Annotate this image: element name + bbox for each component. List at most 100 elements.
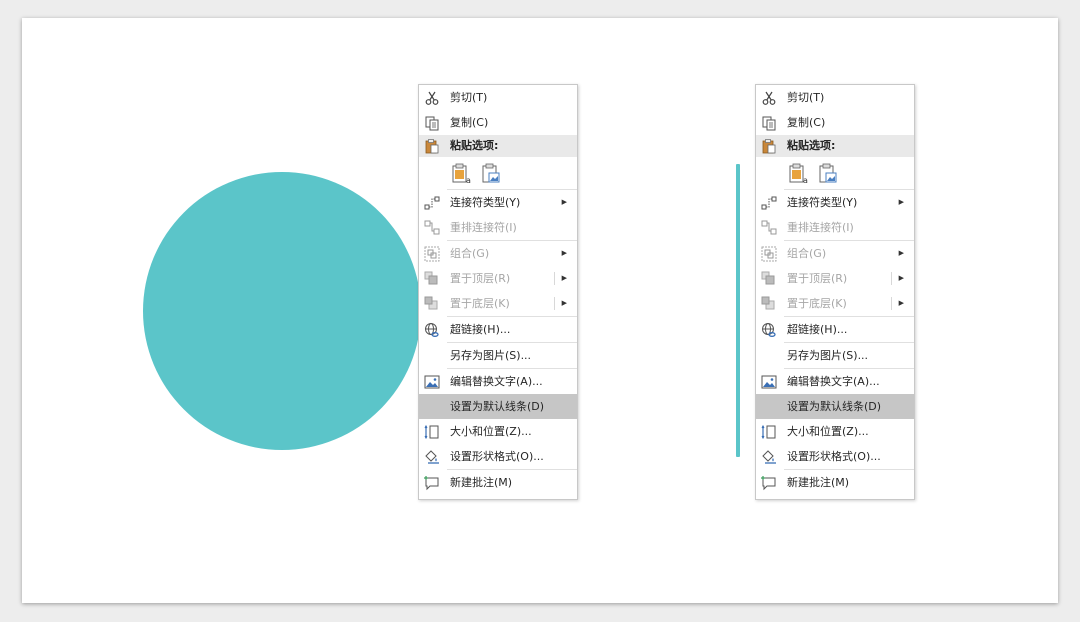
submenu-arrow-icon: ▶ — [561, 249, 567, 257]
send-back-icon — [424, 296, 438, 310]
menu-item-edit-alt-text[interactable]: 编辑替换文字(A)... — [756, 369, 914, 394]
picture-icon — [424, 375, 440, 389]
menu-item-label: 重排连接符(I) — [450, 221, 517, 234]
svg-text:a: a — [803, 176, 808, 185]
menu-item-label: 超链接(H)... — [450, 323, 511, 336]
paste-options-row: a — [756, 157, 914, 189]
menu-item-new-comment[interactable]: 新建批注(M) — [756, 470, 914, 495]
menu-item-group[interactable]: 组合(G) ▶ — [419, 241, 577, 266]
menu-item-copy[interactable]: 复制(C) — [419, 110, 577, 135]
menu-item-size-position[interactable]: 大小和位置(Z)... — [419, 419, 577, 444]
menu-item-format-shape[interactable]: 设置形状格式(O)... — [419, 444, 577, 469]
menu-item-label: 连接符类型(Y) — [787, 196, 858, 209]
menu-item-size-position[interactable]: 大小和位置(Z)... — [756, 419, 914, 444]
submenu-arrow-icon: ▶ — [561, 299, 567, 307]
paint-bucket-icon — [425, 450, 439, 464]
paste-keep-text-icon[interactable]: a — [788, 163, 808, 185]
menu-item-label: 重排连接符(I) — [787, 221, 854, 234]
menu-item-label: 编辑替换文字(A)... — [450, 375, 543, 388]
paste-options-header: 粘贴选项: — [756, 135, 914, 157]
menu-item-label: 另存为图片(S)... — [450, 349, 532, 362]
menu-item-label: 大小和位置(Z)... — [787, 425, 869, 438]
group-icon — [761, 246, 777, 262]
menu-item-reroute[interactable]: 重排连接符(I) — [756, 215, 914, 240]
menu-item-label: 大小和位置(Z)... — [450, 425, 532, 438]
menu-item-label: 置于底层(K) — [787, 297, 847, 310]
line-shape[interactable] — [736, 164, 740, 457]
connector-icon — [761, 196, 777, 210]
scissors-icon — [425, 91, 439, 105]
circle-shape[interactable] — [143, 172, 421, 450]
menu-item-label: 连接符类型(Y) — [450, 196, 521, 209]
bring-front-icon — [761, 271, 775, 285]
submenu-arrow-icon: ▶ — [898, 249, 904, 257]
submenu-arrow-icon: ▶ — [561, 274, 567, 282]
menu-item-label: 设置形状格式(O)... — [787, 450, 881, 463]
paste-keep-text-icon[interactable]: a — [451, 163, 471, 185]
group-icon — [424, 246, 440, 262]
menu-item-label: 置于顶层(R) — [450, 272, 511, 285]
size-position-icon — [761, 424, 776, 440]
submenu-arrow-icon: ▶ — [898, 299, 904, 307]
menu-item-label: 复制(C) — [787, 116, 826, 129]
menu-item-label: 编辑替换文字(A)... — [787, 375, 880, 388]
reroute-icon — [424, 220, 440, 235]
menu-item-connector-type[interactable]: 连接符类型(Y) ▶ — [756, 190, 914, 215]
submenu-arrow-icon: ▶ — [898, 198, 904, 206]
copy-icon — [425, 116, 439, 131]
menu-item-label: 置于顶层(R) — [787, 272, 848, 285]
menu-item-connector-type[interactable]: 连接符类型(Y) ▶ — [419, 190, 577, 215]
menu-item-save-as-picture[interactable]: 另存为图片(S)... — [419, 343, 577, 368]
menu-item-label: 设置形状格式(O)... — [450, 450, 544, 463]
menu-item-reroute[interactable]: 重排连接符(I) — [419, 215, 577, 240]
menu-item-send-back[interactable]: 置于底层(K) ▶ — [419, 291, 577, 316]
send-back-icon — [761, 296, 775, 310]
clipboard-icon — [425, 139, 439, 154]
menu-item-bring-front[interactable]: 置于顶层(R) ▶ — [756, 266, 914, 291]
menu-item-set-default-line[interactable]: 设置为默认线条(D) — [419, 394, 577, 419]
paste-options-header: 粘贴选项: — [419, 135, 577, 157]
paste-options-label: 粘贴选项: — [450, 139, 499, 152]
menu-item-label: 组合(G) — [787, 247, 827, 260]
menu-item-bring-front[interactable]: 置于顶层(R) ▶ — [419, 266, 577, 291]
menu-item-label: 另存为图片(S)... — [787, 349, 869, 362]
globe-link-icon — [425, 323, 439, 337]
scissors-icon — [762, 91, 776, 105]
paste-picture-icon[interactable] — [818, 163, 838, 185]
connector-icon — [424, 196, 440, 210]
menu-item-set-default-line[interactable]: 设置为默认线条(D) — [756, 394, 914, 419]
globe-link-icon — [762, 323, 776, 337]
menu-item-group[interactable]: 组合(G) ▶ — [756, 241, 914, 266]
menu-item-new-comment[interactable]: 新建批注(M) — [419, 470, 577, 495]
bring-front-icon — [424, 271, 438, 285]
clipboard-icon — [762, 139, 776, 154]
menu-item-send-back[interactable]: 置于底层(K) ▶ — [756, 291, 914, 316]
menu-item-save-as-picture[interactable]: 另存为图片(S)... — [756, 343, 914, 368]
menu-item-label: 新建批注(M) — [450, 476, 513, 489]
menu-item-cut[interactable]: 剪切(T) — [419, 85, 577, 110]
paste-picture-icon[interactable] — [481, 163, 501, 185]
menu-item-edit-alt-text[interactable]: 编辑替换文字(A)... — [419, 369, 577, 394]
paste-options-row: a — [419, 157, 577, 189]
context-menu-right: 剪切(T) 复制(C) 粘贴选项: a 连接符类型(Y) ▶ 重排连接符(I) … — [755, 84, 915, 500]
comment-icon — [761, 476, 776, 491]
menu-item-hyperlink[interactable]: 超链接(H)... — [756, 317, 914, 342]
menu-item-label: 剪切(T) — [787, 91, 825, 104]
paint-bucket-icon — [762, 450, 776, 464]
picture-icon — [761, 375, 777, 389]
menu-item-label: 超链接(H)... — [787, 323, 848, 336]
menu-item-format-shape[interactable]: 设置形状格式(O)... — [756, 444, 914, 469]
context-menu-left: 剪切(T) 复制(C) 粘贴选项: a 连接符类型(Y) ▶ 重排连接符(I) … — [418, 84, 578, 500]
copy-icon — [762, 116, 776, 131]
menu-item-cut[interactable]: 剪切(T) — [756, 85, 914, 110]
menu-item-label: 组合(G) — [450, 247, 490, 260]
menu-item-copy[interactable]: 复制(C) — [756, 110, 914, 135]
submenu-arrow-icon: ▶ — [561, 198, 567, 206]
comment-icon — [424, 476, 439, 491]
menu-item-label: 剪切(T) — [450, 91, 488, 104]
menu-item-label: 复制(C) — [450, 116, 489, 129]
svg-text:a: a — [466, 176, 471, 185]
size-position-icon — [424, 424, 439, 440]
menu-item-label: 置于底层(K) — [450, 297, 510, 310]
menu-item-hyperlink[interactable]: 超链接(H)... — [419, 317, 577, 342]
